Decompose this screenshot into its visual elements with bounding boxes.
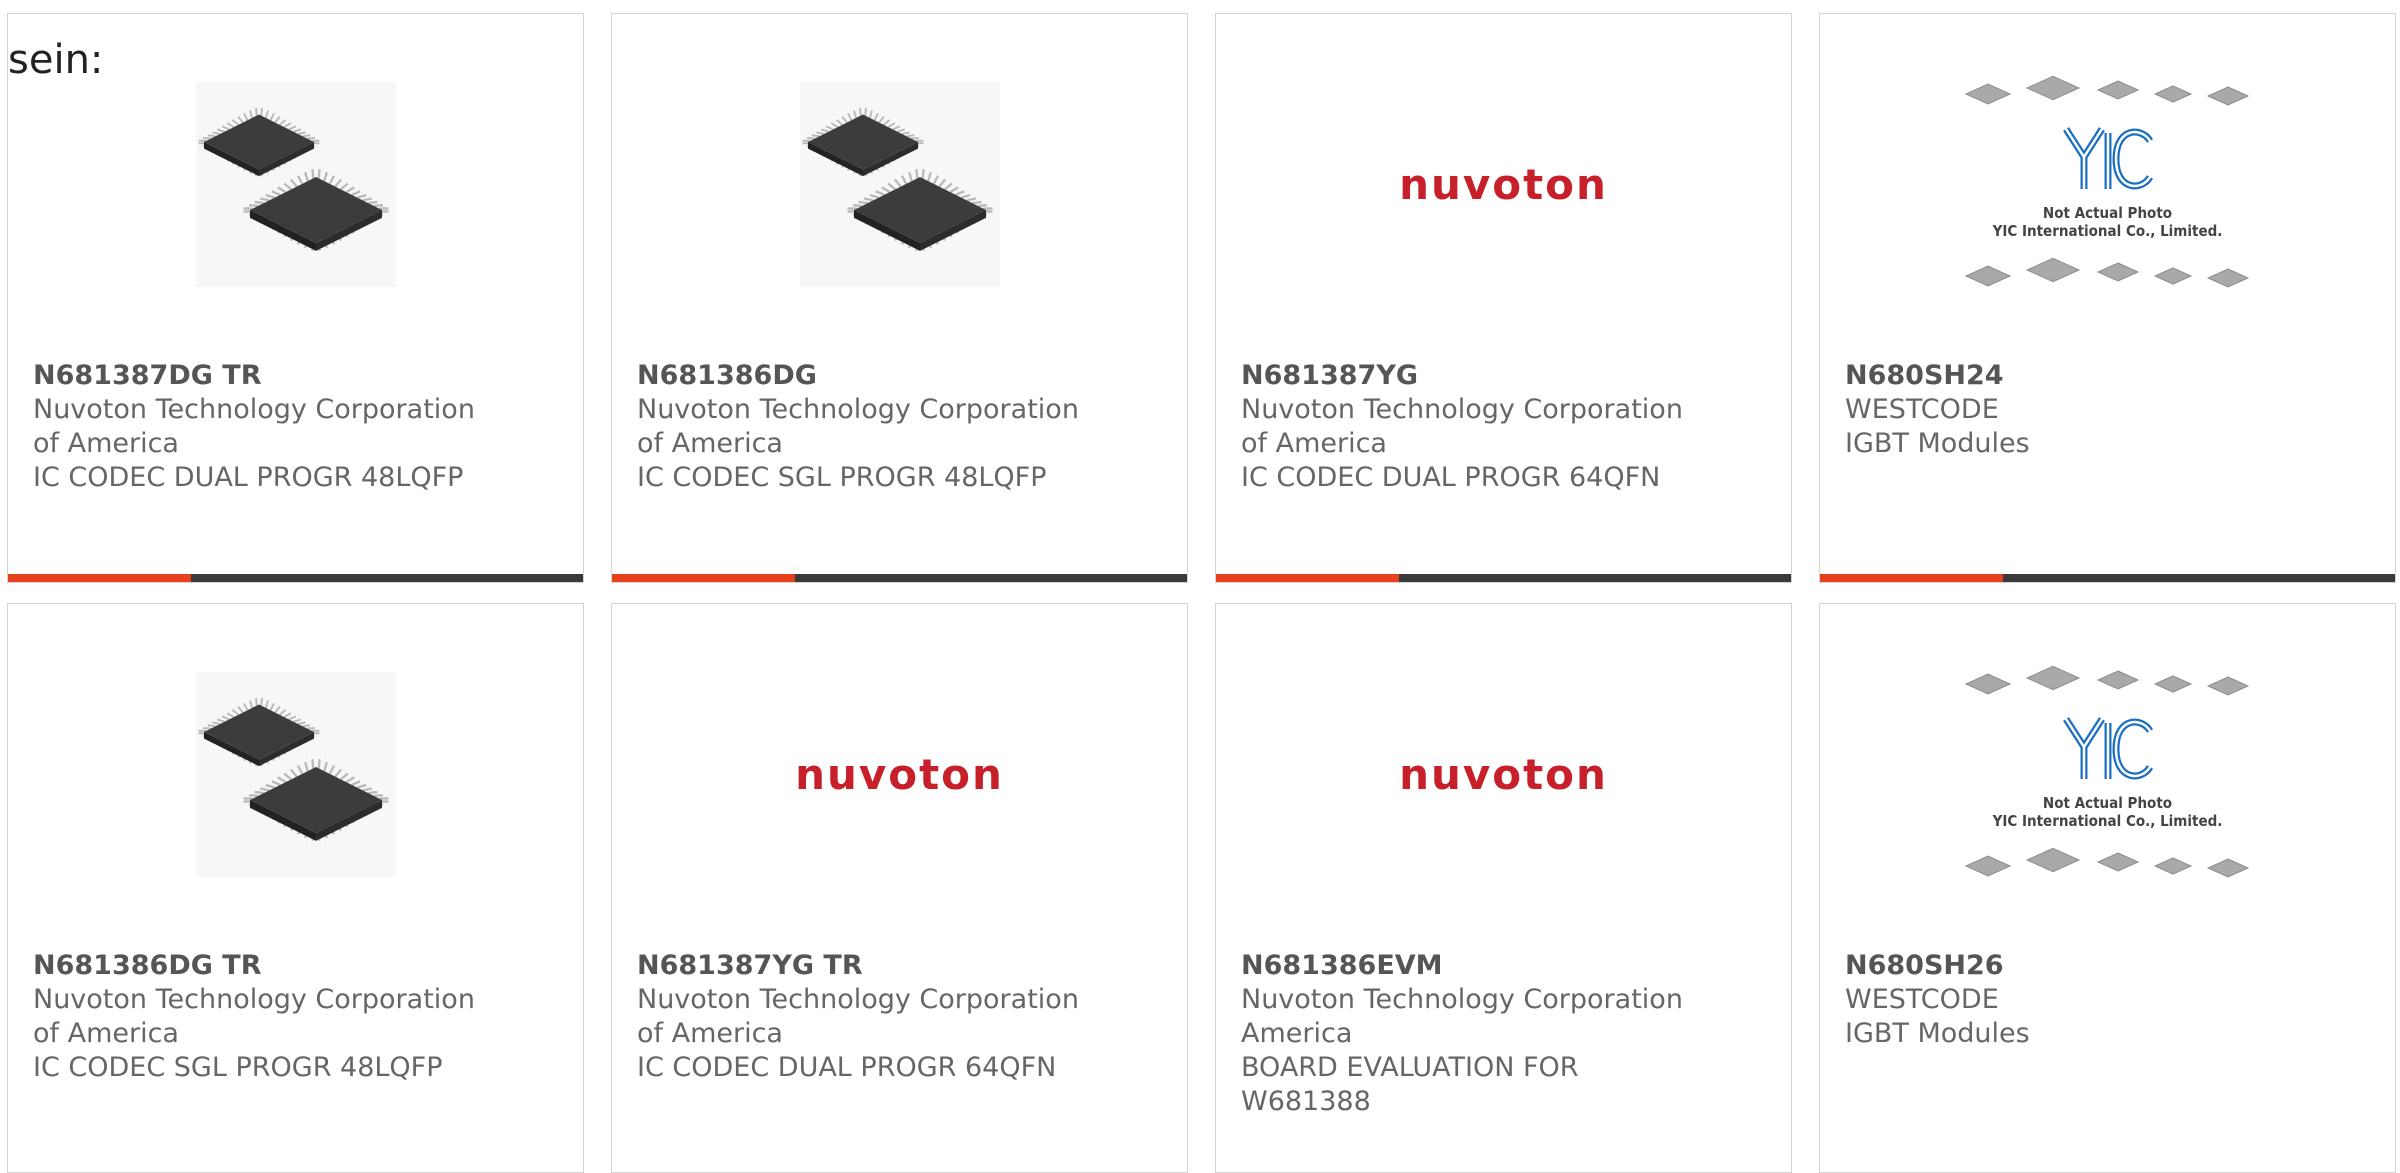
part-number[interactable]: N681386DG TR [33,949,493,983]
product-image[interactable]: nuvoTon [1216,669,1791,879]
product-image[interactable] [8,669,583,879]
qfp-chips-image [196,672,396,877]
nuvoton-logo: nuvoTon [1399,750,1608,799]
manufacturer-line: WESTCODE [1845,393,2305,427]
yic-caption: YIC International Co., Limited. [1958,222,2258,240]
manufacturer-line: Nuvoton Technology Corporation [637,393,1097,427]
yic-caption: YIC International Co., Limited. [1958,812,2258,830]
product-card[interactable]: N681386DG Nuvoton Technology Corporation… [611,13,1188,583]
product-card[interactable]: nuvoTon N681387YG TR Nuvoton Technology … [611,603,1188,1173]
product-info: N680SH26 WESTCODE IGBT Modules [1845,949,2305,1051]
product-image[interactable] [612,79,1187,289]
card-footer-bar [612,574,1187,582]
product-info: N681386DG TR Nuvoton Technology Corporat… [33,949,493,1085]
part-number[interactable]: N681386EVM [1241,949,1701,983]
accent-bar [612,574,795,582]
yic-caption: Not Actual Photo [1958,794,2258,812]
card-footer-bar [1820,574,2395,582]
product-card[interactable]: N681387DG TR Nuvoton Technology Corporat… [7,13,584,583]
description-line: IC CODEC SGL PROGR 48LQFP [637,461,1097,495]
part-number[interactable]: N680SH26 [1845,949,2305,983]
description-line: IC CODEC DUAL PROGR 64QFN [637,1051,1097,1085]
manufacturer-line: WESTCODE [1845,983,2305,1017]
card-footer-bar [1216,574,1791,582]
product-image[interactable]: Not Actual PhotoYIC International Co., L… [1820,79,2395,289]
part-number[interactable]: N681387YG [1241,359,1701,393]
nuvoton-logo: nuvoTon [795,750,1004,799]
page-heading: sein: [8,40,103,80]
product-image[interactable]: Not Actual PhotoYIC International Co., L… [1820,669,2395,879]
accent-bar [8,574,191,582]
product-info: N681386EVM Nuvoton Technology Corporatio… [1241,949,1701,1119]
part-number[interactable]: N680SH24 [1845,359,2305,393]
manufacturer-line: Nuvoton Technology Corporation [637,983,1097,1017]
product-image[interactable] [8,79,583,289]
qfp-chips-image [196,82,396,287]
accent-bar [1820,574,2003,582]
product-info: N681386DG Nuvoton Technology Corporation… [637,359,1097,495]
manufacturer-line: of America [1241,427,1701,461]
description-line: IGBT Modules [1845,427,2305,461]
yic-logo [2058,709,2158,789]
product-card[interactable]: Not Actual PhotoYIC International Co., L… [1819,13,2396,583]
description-line: IC CODEC SGL PROGR 48LQFP [33,1051,493,1085]
qfp-chips-image [800,82,1000,287]
manufacturer-line: Nuvoton Technology Corporation [1241,983,1701,1017]
product-info: N681387YG Nuvoton Technology Corporation… [1241,359,1701,495]
accent-bar [1216,574,1399,582]
manufacturer-line: Nuvoton Technology Corporation [33,393,493,427]
description-line: IC CODEC DUAL PROGR 64QFN [1241,461,1701,495]
yic-logo [2058,119,2158,199]
part-number[interactable]: N681386DG [637,359,1097,393]
card-footer-bar [8,574,583,582]
product-image[interactable]: nuvoTon [612,669,1187,879]
product-card[interactable]: Not Actual PhotoYIC International Co., L… [1819,603,2396,1173]
product-card[interactable]: nuvoTon N681387YG Nuvoton Technology Cor… [1215,13,1792,583]
yic-placeholder-image: Not Actual PhotoYIC International Co., L… [1958,654,2258,894]
description-line: BOARD EVALUATION FOR [1241,1051,1701,1085]
nuvoton-logo: nuvoTon [1399,160,1608,209]
yic-caption: Not Actual Photo [1958,204,2258,222]
part-number[interactable]: N681387DG TR [33,359,493,393]
product-card[interactable]: nuvoTon N681386EVM Nuvoton Technology Co… [1215,603,1792,1173]
description-line: IC CODEC DUAL PROGR 48LQFP [33,461,493,495]
manufacturer-line: America [1241,1017,1701,1051]
product-grid: N681387DG TR Nuvoton Technology Corporat… [0,0,2400,1161]
yic-placeholder-image: Not Actual PhotoYIC International Co., L… [1958,64,2258,304]
part-number[interactable]: N681387YG TR [637,949,1097,983]
manufacturer-line: Nuvoton Technology Corporation [33,983,493,1017]
manufacturer-line: of America [637,427,1097,461]
product-card[interactable]: N681386DG TR Nuvoton Technology Corporat… [7,603,584,1173]
product-image[interactable]: nuvoTon [1216,79,1791,289]
description-line: IGBT Modules [1845,1017,2305,1051]
manufacturer-line: of America [637,1017,1097,1051]
manufacturer-line: of America [33,427,493,461]
product-info: N680SH24 WESTCODE IGBT Modules [1845,359,2305,461]
description-line: W681388 [1241,1085,1701,1119]
manufacturer-line: of America [33,1017,493,1051]
product-info: N681387DG TR Nuvoton Technology Corporat… [33,359,493,495]
manufacturer-line: Nuvoton Technology Corporation [1241,393,1701,427]
product-info: N681387YG TR Nuvoton Technology Corporat… [637,949,1097,1085]
